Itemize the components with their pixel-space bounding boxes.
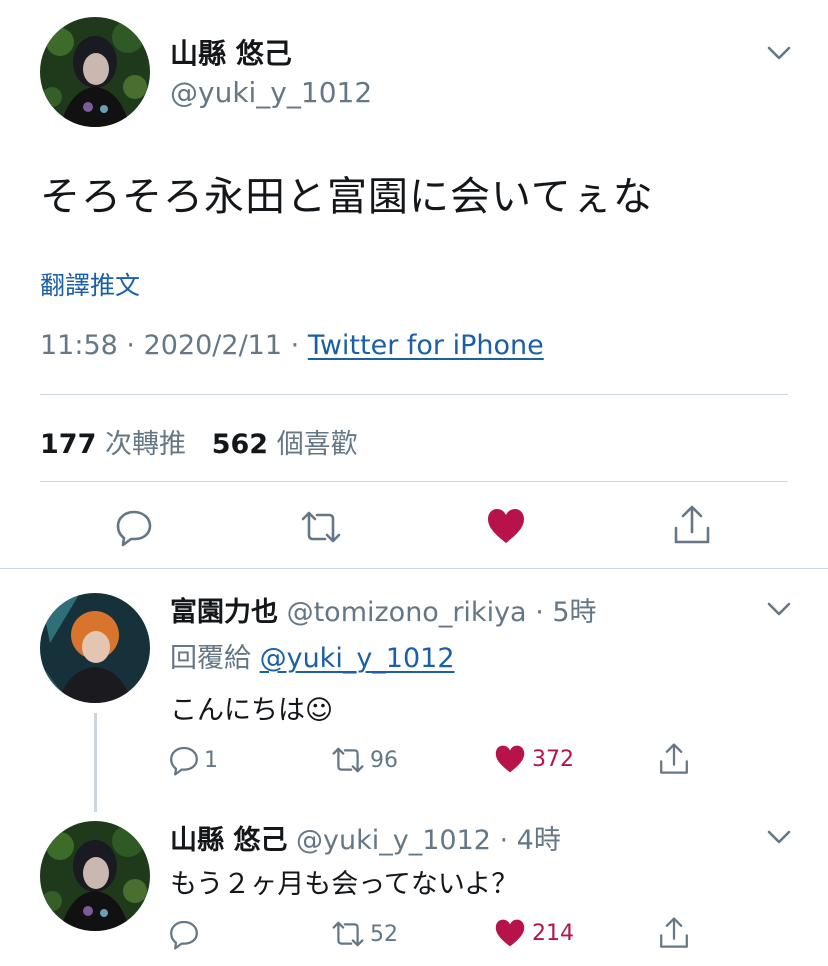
reply-button[interactable] [168,918,200,950]
tweet-meta: 11:58 · 2020/2/11 · Twitter for iPhone [40,330,544,361]
reply-author-name[interactable]: 山縣 悠己 [170,825,287,856]
divider [40,481,788,482]
reply-icon [170,746,198,776]
author-name[interactable]: 山縣 悠己 [170,32,292,72]
like-count: 214 [532,920,574,946]
tweet-source-link[interactable]: Twitter for iPhone [308,330,544,361]
thread-connector [94,713,97,812]
reply-header: 山縣 悠己 @yuki_y_1012 · 4時 [170,818,561,857]
meta-separator-2: · [290,330,300,361]
share-button[interactable] [658,916,690,950]
retweet-button[interactable]: 96 [330,744,398,776]
retweet-icon [332,921,364,947]
author-avatar[interactable] [40,17,150,127]
share-icon [660,743,688,774]
share-button[interactable] [672,504,712,546]
reply-time: · 4時 [499,825,561,856]
reply-to: 回覆給 @yuki_y_1012 [170,636,455,675]
retweet-button[interactable] [299,507,343,547]
reply-time: · 5時 [535,597,597,628]
share-icon [660,917,688,948]
tweet-date: 2020/2/11 [143,330,283,361]
like-count: 562 [211,429,269,460]
chevron-down-icon[interactable] [766,596,792,622]
reply-avatar[interactable] [40,593,150,703]
engagement-stats: 177 次轉推 562 個喜歡 [40,422,358,461]
reply-author-handle[interactable]: @tomizono_rikiya [287,597,527,628]
retweet-stat[interactable]: 177 次轉推 [40,429,186,460]
heart-icon [495,745,525,773]
section-divider [0,568,828,569]
share-button[interactable] [658,742,690,776]
retweet-icon [301,511,341,543]
meta-separator: · [126,330,135,361]
reply-avatar[interactable] [40,821,150,931]
reply-to-label: 回覆給 [170,643,251,674]
translate-tweet-link[interactable]: 翻譯推文 [40,266,140,302]
reply-text: こんにちは☺ [170,695,334,726]
reply-button[interactable]: 1 [168,744,218,776]
reply-text: もう２ヶ月も会ってないよ？ [170,869,519,900]
like-button[interactable] [486,507,526,545]
retweet-button[interactable]: 52 [330,918,398,950]
retweet-count: 177 [40,429,97,460]
divider [40,394,788,395]
tweet-text: そろそろ永田と富園に会いてぇな [40,174,654,220]
retweet-count: 96 [370,747,398,773]
chevron-down-icon[interactable] [766,40,792,66]
share-icon [674,505,710,544]
like-count: 372 [532,746,574,772]
reply-author-name[interactable]: 富園力也 [170,597,278,628]
chevron-down-icon[interactable] [766,824,792,850]
retweet-count: 52 [370,921,398,947]
reply-button[interactable] [114,507,154,547]
like-button[interactable]: 372 [494,744,574,774]
heart-icon [488,509,524,543]
author-handle[interactable]: @yuki_y_1012 [170,76,372,109]
reply-header: 富園力也 @tomizono_rikiya · 5時 [170,590,597,629]
reply-icon [116,510,152,547]
like-button[interactable]: 214 [494,918,574,948]
tweet-time: 11:58 [40,330,118,361]
like-stat[interactable]: 562 個喜歡 [212,429,358,460]
reply-count: 1 [204,747,218,773]
reply-to-handle-link[interactable]: @yuki_y_1012 [260,643,455,674]
reply-author-handle[interactable]: @yuki_y_1012 [296,825,491,856]
like-stat-label: 個喜歡 [276,429,358,460]
heart-icon [495,919,525,947]
retweet-icon [332,747,364,773]
retweet-stat-label: 次轉推 [104,429,186,460]
reply-icon [170,920,198,950]
